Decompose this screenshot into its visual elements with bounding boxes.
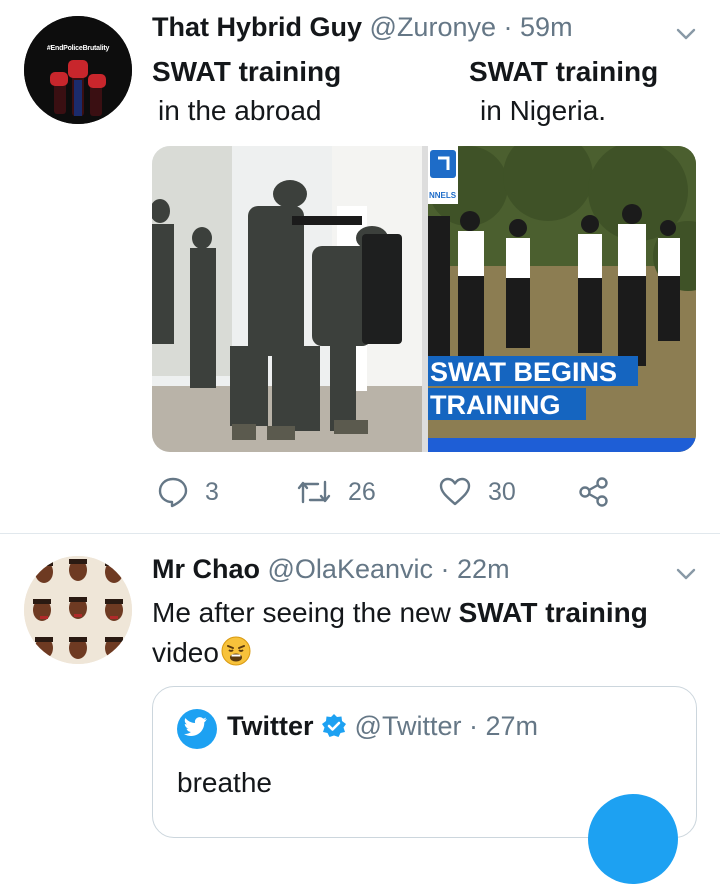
- quoted-header: Twitter @Twitter · 27m: [227, 711, 538, 742]
- author-name[interactable]: That Hybrid Guy: [152, 12, 362, 42]
- weary-face-emoji: [221, 636, 251, 666]
- tweet-text-part: Me after seeing the new: [152, 597, 459, 628]
- media-image-right[interactable]: NNELS SWAT BEGINS TRAINING: [428, 146, 696, 452]
- channel-logo-text: NNELS: [429, 191, 457, 200]
- tweet-text-bold: SWAT training: [458, 597, 648, 628]
- tweet-text-right-sub: in Nigeria.: [480, 95, 607, 126]
- tweet-text-right-heading: SWAT training: [469, 56, 659, 87]
- weary-face-icon: [221, 636, 251, 666]
- media-image-left[interactable]: [152, 146, 422, 452]
- retweet-icon: [297, 480, 331, 504]
- chevron-down-icon[interactable]: [674, 562, 698, 586]
- separator: ·: [440, 554, 450, 584]
- tweet-text-left-heading: SWAT training: [152, 56, 342, 87]
- timestamp[interactable]: 22m: [457, 554, 510, 584]
- verified-badge-icon: [322, 714, 347, 737]
- timestamp[interactable]: 59m: [520, 12, 573, 42]
- separator: ·: [468, 711, 478, 741]
- quoted-handle[interactable]: @Twitter: [355, 711, 462, 741]
- reply-button[interactable]: 3: [157, 470, 219, 514]
- tweet-text: Me after seeing the new SWAT training vi…: [152, 593, 697, 673]
- separator: ·: [503, 12, 513, 42]
- like-button[interactable]: 30: [438, 470, 516, 514]
- chevron-down-icon[interactable]: [674, 22, 698, 46]
- tweet-actions: 3 26 30: [152, 470, 622, 514]
- tweet-text-left-sub: in the abroad: [158, 95, 322, 126]
- media-caption-line2: TRAINING: [430, 390, 561, 420]
- tweet-header: That Hybrid Guy @Zuronye · 59m: [152, 12, 573, 43]
- quoted-author-name[interactable]: Twitter: [227, 711, 314, 741]
- author-name[interactable]: Mr Chao: [152, 554, 260, 584]
- quoted-timestamp[interactable]: 27m: [485, 711, 538, 741]
- like-count: 30: [488, 477, 516, 506]
- reply-count: 3: [205, 477, 219, 506]
- faces-pattern-icon: [24, 556, 132, 664]
- share-icon: [579, 477, 608, 507]
- tweet[interactable]: Mr Chao @OlaKeanvic · 22m Me after seein…: [0, 534, 720, 838]
- media-caption-line1: SWAT BEGINS: [430, 357, 617, 387]
- retweet-count: 26: [348, 477, 376, 506]
- quoted-avatar[interactable]: [177, 709, 217, 749]
- compose-button[interactable]: [588, 794, 678, 884]
- tweet-media[interactable]: NNELS SWAT BEGINS TRAINING: [152, 146, 696, 452]
- tweet-header: Mr Chao @OlaKeanvic · 22m: [152, 554, 510, 585]
- retweet-button[interactable]: 26: [296, 470, 376, 514]
- raised-fists-icon: [24, 16, 132, 124]
- author-handle[interactable]: @Zuronye: [370, 12, 496, 42]
- author-handle[interactable]: @OlaKeanvic: [268, 554, 433, 584]
- heart-icon: [439, 477, 471, 506]
- share-button[interactable]: [578, 470, 626, 514]
- twitter-bird-icon: [183, 717, 207, 737]
- tweet-text-part: video: [152, 637, 219, 668]
- avatar[interactable]: [24, 556, 132, 664]
- tweet[interactable]: #EndPoliceBrutality That Hybrid Guy @Zur…: [0, 0, 720, 534]
- avatar-caption: #EndPoliceBrutality: [46, 45, 110, 52]
- avatar[interactable]: #EndPoliceBrutality: [24, 16, 132, 124]
- reply-icon: [158, 477, 188, 508]
- quoted-text: breathe: [177, 767, 272, 798]
